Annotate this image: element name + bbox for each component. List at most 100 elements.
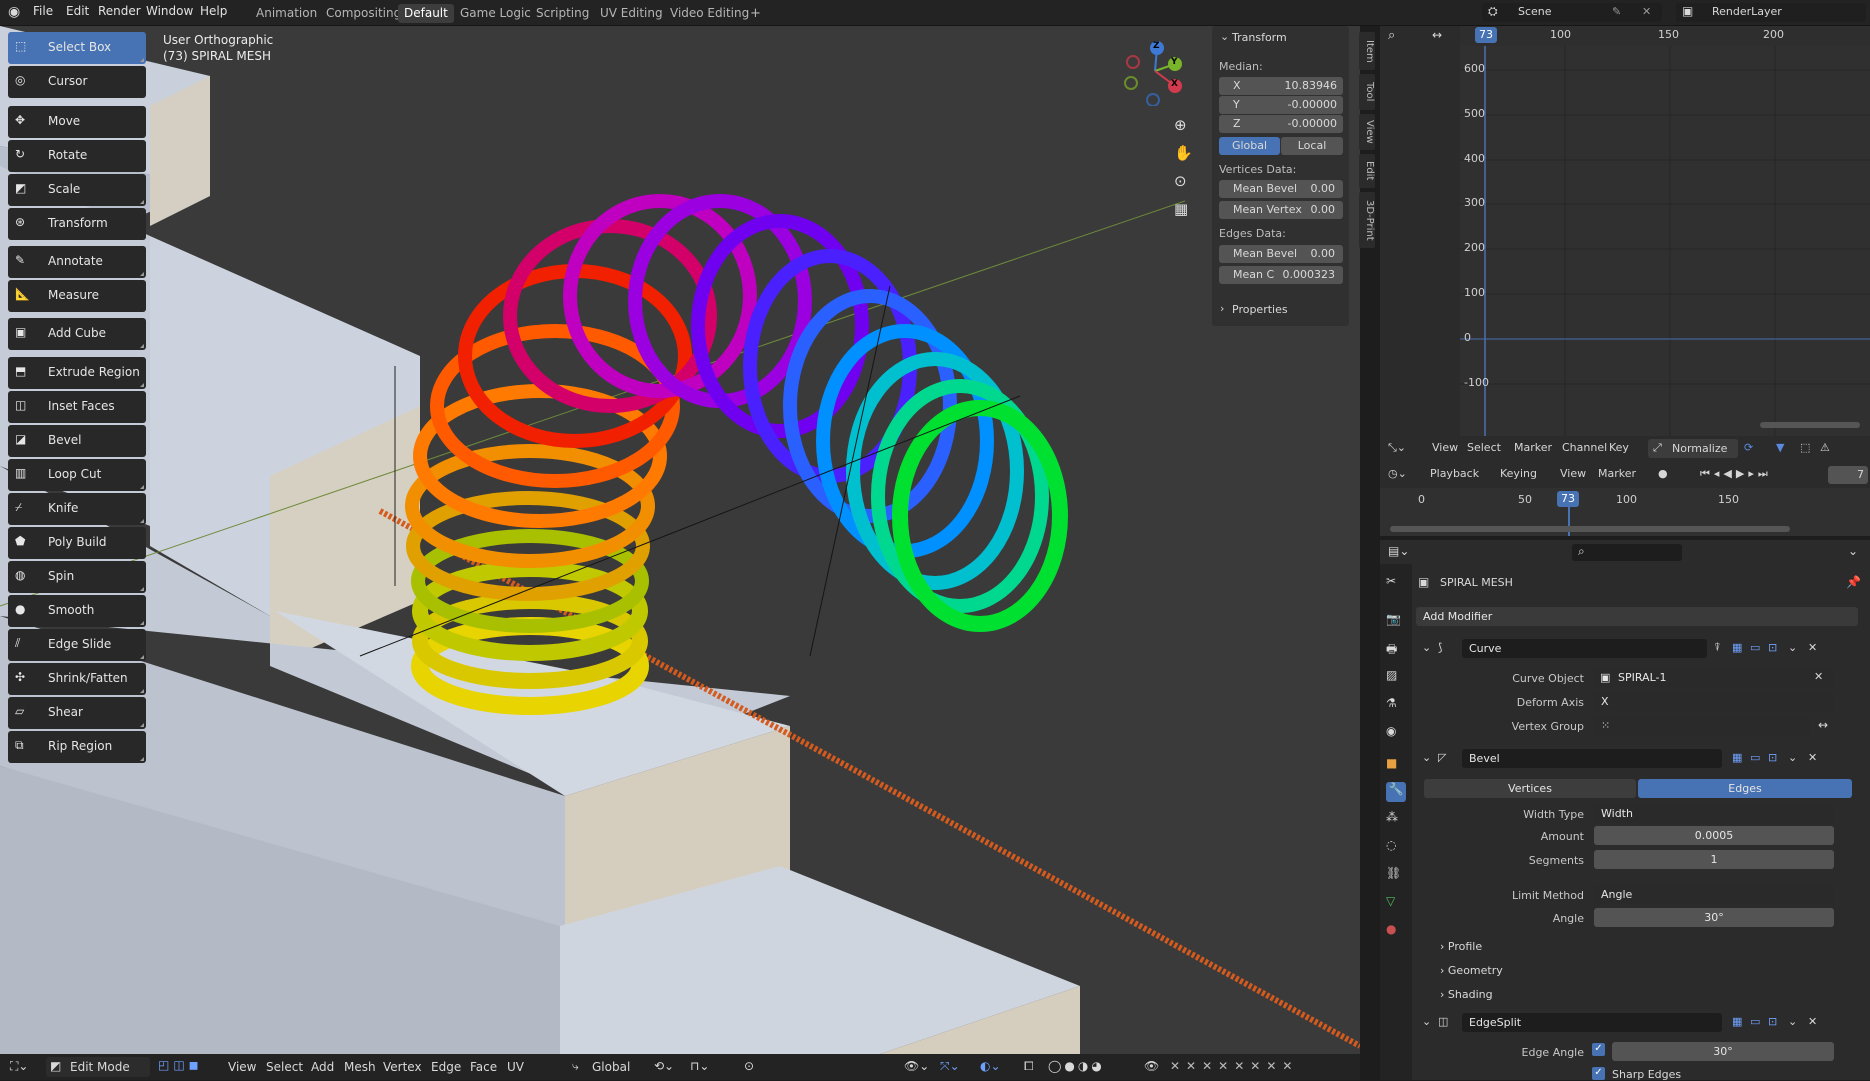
tool-select-box[interactable]: ⬚ Select Box <box>8 32 146 64</box>
modifier-wrench-icon[interactable]: 🔧 <box>1386 782 1406 802</box>
graph-frame-marker[interactable]: 73 <box>1475 27 1497 43</box>
render-layer-selector[interactable]: ▣ RenderLayer <box>1676 3 1866 22</box>
curve-object-field[interactable]: ▣ SPIRAL-1 <box>1594 668 1834 687</box>
xray-icon[interactable]: ⧠ <box>1024 1059 1034 1074</box>
tool-scale[interactable]: ◩ Scale <box>8 174 146 206</box>
bottom-menu-add[interactable]: Add <box>311 1060 334 1074</box>
median-y-field[interactable]: Y -0.00000 <box>1219 96 1343 114</box>
tool-add-cube[interactable]: ▣ Add Cube <box>8 318 146 350</box>
orientation-dropdown[interactable]: Global <box>592 1060 630 1074</box>
tab-game-logic[interactable]: Game Logic <box>454 4 537 23</box>
limit-method-dropdown[interactable]: Angle <box>1594 885 1834 904</box>
viewport-display-icon[interactable]: ▭ <box>1750 1015 1760 1028</box>
render-display-icon[interactable]: ⊡ <box>1768 751 1777 764</box>
bottom-menu-vertex[interactable]: Vertex <box>383 1060 422 1074</box>
tab-tool[interactable]: Tool <box>1359 74 1375 110</box>
proportional-edit-icon[interactable]: ⊙ <box>744 1059 754 1073</box>
timeline-frame-marker[interactable]: 73 <box>1557 491 1579 507</box>
pivot-icon[interactable]: ⟲⌄ <box>654 1059 674 1073</box>
local-toggle[interactable]: Local <box>1281 137 1343 155</box>
physics-icon[interactable]: ◌ <box>1386 838 1406 858</box>
tool-poly-build[interactable]: ⬟ Poly Build <box>8 527 146 559</box>
pin-icon[interactable]: ✎ <box>1612 5 1621 18</box>
record-icon[interactable]: ● <box>1658 467 1668 480</box>
hand-pan-icon[interactable]: ✋ <box>1174 144 1193 162</box>
search-icon[interactable]: ⌕ <box>1388 28 1395 43</box>
bottom-menu-view[interactable]: View <box>228 1060 256 1074</box>
editor-type-icon[interactable]: ⛶⌄ <box>10 1059 28 1074</box>
properties-editor-icon[interactable]: ▤⌄ <box>1388 544 1409 558</box>
graph-editor[interactable]: ⌕ ↔ 73 100 150 200 600 500 400 300 200 1… <box>1380 26 1870 436</box>
tool-extrude-region[interactable]: ⬒ Extrude Region <box>8 357 146 389</box>
bevel-vertices-toggle[interactable]: Vertices <box>1424 779 1636 798</box>
chevron-down-icon[interactable]: ⌄ <box>1220 30 1229 43</box>
bottom-menu-mesh[interactable]: Mesh <box>344 1060 376 1074</box>
tool-spin[interactable]: ◍ Spin <box>8 561 146 593</box>
hide-icon[interactable]: 👁 <box>1144 1059 1159 1073</box>
material-icon[interactable]: ● <box>1386 922 1406 942</box>
editmode-icon[interactable]: ▦ <box>1732 1015 1742 1028</box>
chevron-down-icon[interactable]: ⌄ <box>1422 641 1431 654</box>
timeline-menu-keying[interactable]: Keying <box>1500 467 1537 480</box>
graph-menu-channel[interactable]: Channel <box>1562 441 1607 454</box>
render-display-icon[interactable]: ⊡ <box>1768 641 1777 654</box>
bevel-edges-toggle[interactable]: Edges <box>1638 779 1852 798</box>
3d-viewport[interactable]: User Orthographic (73) SPIRAL MESH Z Y X… <box>0 26 1360 1080</box>
tool-move[interactable]: ✥ Move <box>8 106 146 138</box>
tool-loop-cut[interactable]: ▥ Loop Cut <box>8 459 146 491</box>
warning-icon[interactable]: ⚠ <box>1820 441 1830 454</box>
tool-knife[interactable]: ⌿ Knife <box>8 493 146 525</box>
chevron-down-icon[interactable]: ⌄ <box>1848 544 1858 558</box>
playback-controls[interactable]: ⏮◂◀▶▸⏭ <box>1700 467 1772 481</box>
tool-settings-icon[interactable]: ✂ <box>1386 574 1406 594</box>
scene-props-icon[interactable]: ⚗ <box>1386 696 1406 716</box>
orientation-icon[interactable]: ⤷ <box>572 1059 579 1074</box>
mode-dropdown[interactable]: ◩ Edit Mode <box>46 1057 150 1077</box>
median-z-field[interactable]: Z -0.00000 <box>1219 115 1343 133</box>
tool-measure[interactable]: 📐 Measure <box>8 280 146 312</box>
angle-field[interactable]: 30° <box>1594 908 1834 927</box>
graph-menu-select[interactable]: Select <box>1467 441 1501 454</box>
swap-icon[interactable]: ↔ <box>1432 28 1442 42</box>
timeline-track[interactable]: 0 50 100 150 73 <box>1380 488 1870 536</box>
close-icon[interactable]: ✕ <box>1808 1015 1817 1028</box>
tool-rip-region[interactable]: ⧉ Rip Region <box>8 731 146 763</box>
editor-type-icon[interactable]: ⤡⌄ <box>1388 441 1406 455</box>
bevel-modifier-name[interactable]: Bevel <box>1462 749 1722 768</box>
graph-menu-marker[interactable]: Marker <box>1514 441 1552 454</box>
graph-menu-key[interactable]: Key <box>1609 441 1629 454</box>
close-icon[interactable]: ✕ <box>1808 751 1817 764</box>
snap-icon[interactable]: ⊓⌄ <box>690 1059 709 1073</box>
editmode-icon[interactable]: ▦ <box>1732 751 1742 764</box>
particles-icon[interactable]: ⁂ <box>1386 810 1406 830</box>
chevron-down-icon[interactable]: ⌄ <box>1422 1015 1431 1028</box>
tool-cursor[interactable]: ◎ Cursor <box>8 66 146 98</box>
close-icon[interactable]: ✕ <box>1642 5 1651 18</box>
menu-file[interactable]: File <box>33 4 53 18</box>
menu-render[interactable]: Render <box>98 4 141 18</box>
tool-rotate[interactable]: ↻ Rotate <box>8 140 146 172</box>
deform-axis-dropdown[interactable]: X <box>1594 692 1834 711</box>
toggle-buttons[interactable]: ✕✕✕✕✕✕✕✕ <box>1170 1059 1298 1073</box>
tool-smooth[interactable]: ● Smooth <box>8 595 146 627</box>
invert-arrow-icon[interactable]: ↔ <box>1818 718 1828 732</box>
chevron-down-icon[interactable]: ⌄ <box>1788 641 1797 654</box>
tab-view[interactable]: View <box>1359 114 1375 150</box>
overlay-toggle-icon[interactable]: ◐⌄ <box>980 1059 1001 1073</box>
filter-icon[interactable]: ▼ <box>1776 441 1784 454</box>
timeline-menu-playback[interactable]: Playback <box>1430 467 1479 480</box>
tool-shrink-fatten[interactable]: ✣ Shrink/Fatten <box>8 663 146 695</box>
width-type-dropdown[interactable]: Width <box>1594 804 1834 823</box>
chevron-down-icon[interactable]: ⌄ <box>1788 751 1797 764</box>
viewport-display-icon[interactable]: ▭ <box>1750 751 1760 764</box>
median-x-field[interactable]: X 10.83946 <box>1219 77 1343 95</box>
menu-window[interactable]: Window <box>146 4 193 18</box>
segments-field[interactable]: 1 <box>1594 850 1834 869</box>
shading-subpanel[interactable]: › Shading <box>1440 988 1493 1001</box>
edit-cage-icon[interactable]: ⍒ <box>1714 641 1721 655</box>
mean-crease-field[interactable]: Mean C 0.000323 <box>1219 266 1343 284</box>
current-frame-field[interactable]: 7 <box>1828 466 1868 484</box>
pin-icon[interactable]: 📌 <box>1846 575 1861 589</box>
bottom-menu-face[interactable]: Face <box>470 1060 497 1074</box>
tool-bevel[interactable]: ◪ Bevel <box>8 425 146 457</box>
